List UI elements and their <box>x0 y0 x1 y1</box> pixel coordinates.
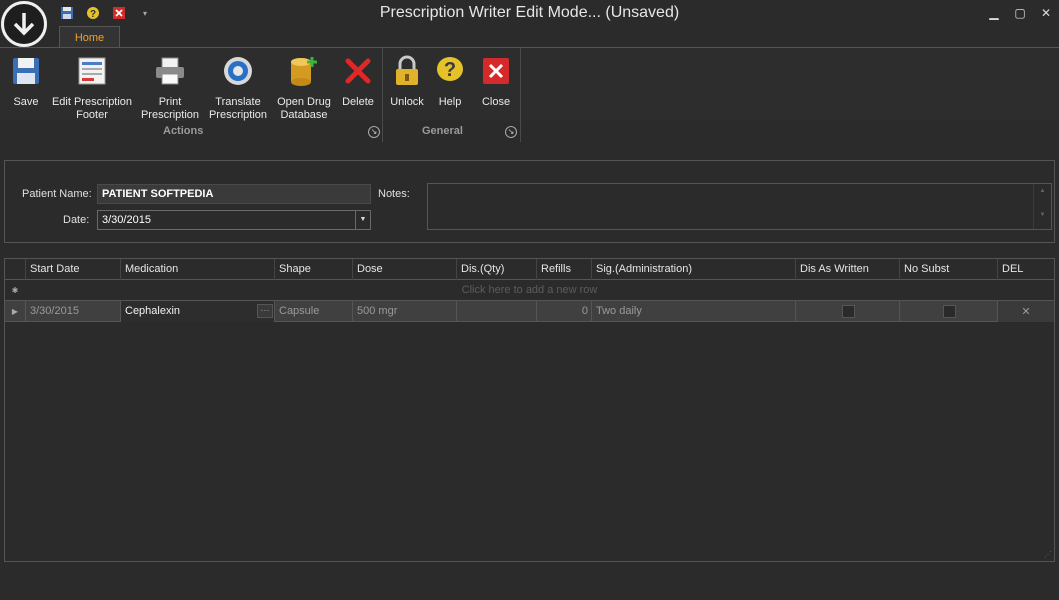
dis-as-written-checkbox[interactable] <box>841 305 855 318</box>
cell-refills[interactable]: 0 <box>536 301 592 322</box>
close-icon[interactable]: ✕ <box>1039 6 1053 20</box>
grid-header-row: Start Date Medication Shape Dose Dis.(Qt… <box>5 259 1054 280</box>
tab-home[interactable]: Home <box>59 26 120 48</box>
col-sig[interactable]: Sig.(Administration) <box>591 259 796 280</box>
ribbon-group-actions: Save Edit Prescription Footer Print Pres… <box>0 48 383 142</box>
cell-medication[interactable]: Cephalexin ··· <box>120 301 275 322</box>
col-no-subst[interactable]: No Subst <box>899 259 998 280</box>
new-row-hint: Click here to add a new row <box>461 284 598 296</box>
svg-text:?: ? <box>444 59 456 81</box>
notes-scrollbar[interactable]: ▲ ▼ <box>1033 184 1051 229</box>
patient-name-label: Patient Name: <box>22 188 92 200</box>
date-value: 3/30/2015 <box>102 214 151 226</box>
lock-icon <box>396 55 418 85</box>
prescription-grid: Start Date Medication Shape Dose Dis.(Qt… <box>4 258 1055 562</box>
ribbon: Save Edit Prescription Footer Print Pres… <box>0 47 1059 142</box>
gear-globe-icon <box>224 57 252 85</box>
cell-dis-as-written[interactable] <box>795 301 900 322</box>
no-subst-checkbox[interactable] <box>942 305 956 318</box>
delete-x-icon <box>345 58 371 84</box>
col-dose[interactable]: Dose <box>352 259 457 280</box>
table-row[interactable]: ▶ 3/30/2015 Cephalexin ··· Capsule 500 m… <box>5 301 1054 322</box>
medication-value: Cephalexin <box>125 305 181 317</box>
maximize-icon[interactable]: ▢ <box>1013 6 1027 20</box>
date-picker[interactable]: 3/30/2015 ▼ <box>97 210 371 230</box>
ribbon-group-general: Unlock ? Help Close General ↘ <box>384 48 521 142</box>
group-label-actions: Actions <box>163 125 204 137</box>
cell-sig[interactable]: Two daily <box>591 301 796 322</box>
notes-textarea[interactable]: ▲ ▼ <box>427 183 1052 230</box>
printer-icon <box>156 57 184 85</box>
col-qty[interactable]: Dis.(Qty) <box>456 259 537 280</box>
resize-grip-icon[interactable]: ⋰ <box>1044 550 1052 559</box>
notes-label: Notes: <box>378 188 410 200</box>
download-arrow-icon <box>13 13 35 36</box>
save-icon <box>13 58 39 84</box>
cell-shape[interactable]: Capsule <box>274 301 353 322</box>
cell-start-date[interactable]: 3/30/2015 <box>25 301 121 322</box>
print-prescription-button[interactable]: Print Prescription <box>138 54 202 122</box>
col-dis-as-written[interactable]: Dis As Written <box>795 259 900 280</box>
save-button[interactable]: Save <box>8 54 44 109</box>
browse-medication-button[interactable]: ··· <box>257 304 273 318</box>
title-bar: ? ▾ Prescription Writer Edit Mode... (Un… <box>0 0 1059 47</box>
row-selector-icon[interactable]: ▶ <box>5 301 25 322</box>
col-medication[interactable]: Medication <box>120 259 275 280</box>
window-controls: ▁ ▢ ✕ <box>987 6 1053 20</box>
cell-qty[interactable] <box>456 301 537 322</box>
help-button[interactable]: ? Help <box>432 54 468 109</box>
col-del[interactable]: DEL <box>997 259 1054 280</box>
open-drug-database-button[interactable]: Open Drug Database <box>272 54 336 122</box>
group-label-general: General <box>422 125 463 137</box>
delete-row-icon: ✕ <box>1021 306 1031 318</box>
help-icon: ? <box>437 57 463 81</box>
general-launcher-icon[interactable]: ↘ <box>505 126 517 138</box>
col-shape[interactable]: Shape <box>274 259 353 280</box>
document-edit-icon <box>78 57 106 85</box>
close-box-icon <box>483 58 509 84</box>
edit-prescription-footer-button[interactable]: Edit Prescription Footer <box>50 54 134 122</box>
minimize-icon[interactable]: ▁ <box>987 6 1001 20</box>
date-label: Date: <box>63 214 90 226</box>
database-add-icon <box>291 57 317 86</box>
col-refills[interactable]: Refills <box>536 259 592 280</box>
new-row[interactable]: ✱ Click here to add a new row <box>5 280 1054 301</box>
delete-row-button[interactable]: ✕ <box>997 301 1054 322</box>
header-indicator <box>5 259 25 280</box>
window-title: Prescription Writer Edit Mode... (Unsave… <box>379 4 680 21</box>
app-menu-button[interactable] <box>1 1 47 47</box>
col-start-date[interactable]: Start Date <box>25 259 121 280</box>
cell-dose[interactable]: 500 mgr <box>352 301 457 322</box>
translate-prescription-button[interactable]: Translate Prescription <box>206 54 270 122</box>
patient-name-field[interactable]: PATIENT SOFTPEDIA <box>97 184 371 204</box>
patient-panel: Patient Name: PATIENT SOFTPEDIA Date: 3/… <box>4 160 1055 243</box>
cell-no-subst[interactable] <box>899 301 998 322</box>
unlock-button[interactable]: Unlock <box>388 54 426 109</box>
chevron-down-icon[interactable]: ▼ <box>355 211 370 229</box>
close-button[interactable]: Close <box>476 54 516 109</box>
delete-button[interactable]: Delete <box>338 54 378 109</box>
actions-launcher-icon[interactable]: ↘ <box>368 126 380 138</box>
